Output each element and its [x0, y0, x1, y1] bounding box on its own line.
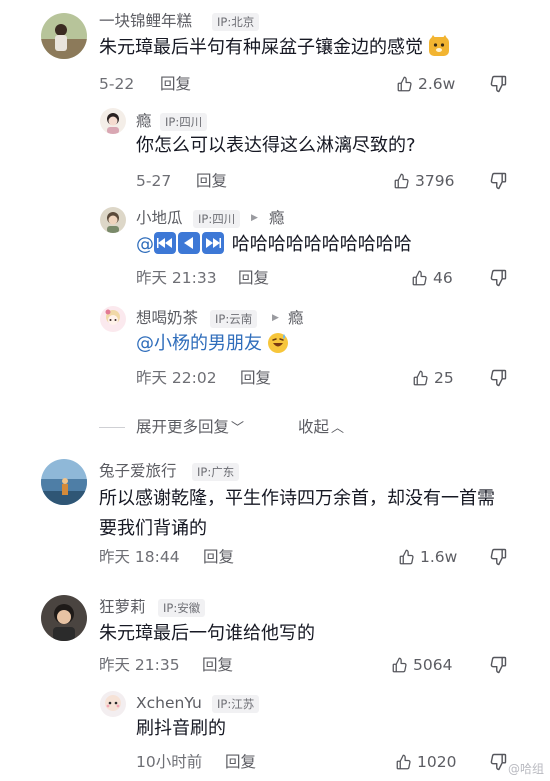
like-button[interactable]: 2.6w — [396, 74, 455, 94]
thumbs-down-icon[interactable] — [488, 268, 508, 288]
user-avatar[interactable] — [41, 459, 87, 505]
comment-date: 5-22 — [99, 75, 135, 93]
reply-button[interactable]: 回复 — [240, 368, 271, 388]
user-avatar[interactable] — [100, 108, 126, 134]
rewind-icon — [154, 232, 176, 254]
like-count: 2.6w — [418, 75, 456, 93]
collapse-replies-button[interactable]: 收起 ︿ — [298, 417, 344, 439]
chevron-up-icon: ︿ — [331, 421, 345, 436]
comment-text: 你怎么可以表达得这么淋漓尽致的? — [136, 135, 416, 156]
ip-location-badge: IP:北京 — [212, 13, 260, 31]
user-avatar[interactable] — [41, 595, 87, 641]
thumbs-up-icon — [396, 75, 414, 93]
username[interactable]: 一块锦鲤年糕 — [99, 11, 192, 31]
comment-text: 朱元璋最后半句有种屎盆子镶金边的感觉 — [99, 33, 451, 63]
mention-link[interactable]: @小杨的男朋友 — [136, 333, 262, 354]
comment-text-content: 朱元璋最后半句有种屎盆子镶金边的感觉 — [99, 37, 423, 58]
username[interactable]: 兔子爱旅行 — [99, 461, 177, 481]
username[interactable]: 瘾 — [136, 111, 152, 131]
like-button[interactable]: 5064 — [391, 655, 452, 675]
ip-location-badge: IP:云南 — [210, 310, 258, 328]
thumbs-down-icon[interactable] — [488, 368, 508, 388]
thumbs-up-icon — [391, 656, 409, 674]
thumbs-down-icon[interactable] — [488, 547, 508, 567]
ip-location-badge: IP:江苏 — [212, 695, 260, 713]
thumbs-down-icon[interactable] — [488, 655, 508, 675]
thread-divider — [99, 427, 125, 428]
ip-location-badge: IP:广东 — [192, 463, 240, 481]
comment-text: 朱元璋最后一句谁给他写的 — [99, 623, 315, 644]
expand-more-replies-button[interactable]: 展开更多回复 ﹀ — [136, 417, 244, 439]
thumbs-up-icon — [393, 172, 411, 190]
like-count: 1.6w — [420, 548, 458, 566]
thumbs-up-icon — [398, 548, 416, 566]
reply-button[interactable]: 回复 — [203, 547, 234, 567]
comment-date: 昨天 21:33 — [136, 269, 217, 287]
reply-arrow-icon: ▶ — [251, 213, 258, 223]
grinning-sweat-emoji-icon — [266, 330, 290, 354]
watermark: @哈组 — [507, 762, 544, 776]
comment-date: 昨天 18:44 — [99, 548, 180, 566]
user-avatar[interactable] — [100, 306, 126, 332]
comment-text-content: 哈哈哈哈哈哈哈哈哈哈 — [231, 234, 412, 255]
like-button[interactable]: 46 — [411, 268, 453, 288]
like-button[interactable]: 1020 — [395, 752, 456, 772]
mention-link[interactable]: @ — [136, 234, 154, 255]
comment-text: @小杨的男朋友 — [136, 329, 290, 359]
comment-date: 昨天 22:02 — [136, 369, 217, 387]
reply-button[interactable]: 回复 — [160, 74, 191, 94]
ip-location-badge: IP:安徽 — [158, 599, 206, 617]
comment-text: @ 哈哈哈哈哈哈哈哈哈哈 — [136, 230, 412, 260]
user-avatar[interactable] — [100, 207, 126, 233]
like-button[interactable]: 25 — [412, 368, 454, 388]
thumbs-down-icon[interactable] — [488, 74, 508, 94]
reply-button[interactable]: 回复 — [196, 171, 227, 191]
like-count: 25 — [434, 369, 454, 387]
reply-arrow-icon: ▶ — [272, 313, 279, 323]
collapse-label: 收起 — [298, 418, 330, 436]
user-avatar[interactable] — [100, 691, 126, 717]
user-avatar[interactable] — [41, 13, 87, 59]
expand-more-label: 展开更多回复 — [136, 418, 230, 436]
thumbs-down-icon[interactable] — [488, 171, 508, 191]
like-count: 5064 — [413, 656, 453, 674]
comment-text: 刷抖音刷的 — [136, 718, 226, 739]
username[interactable]: 小地瓜 — [136, 208, 183, 228]
reply-button[interactable]: 回复 — [202, 655, 233, 675]
like-count: 1020 — [417, 753, 457, 771]
reply-to-username[interactable]: 瘾 — [288, 308, 304, 328]
reply-to-username[interactable]: 瘾 — [269, 208, 285, 228]
thumbs-down-icon[interactable] — [488, 752, 508, 772]
comment-date: 10小时前 — [136, 753, 203, 771]
thumbs-up-icon — [411, 269, 429, 287]
comment-date: 昨天 21:35 — [99, 656, 180, 674]
ip-location-badge: IP:四川 — [193, 210, 241, 228]
fast-forward-icon — [202, 232, 224, 254]
like-button[interactable]: 1.6w — [398, 547, 457, 567]
reply-button[interactable]: 回复 — [225, 752, 256, 772]
username[interactable]: XchenYu — [136, 693, 202, 713]
comment-date: 5-27 — [136, 172, 172, 190]
username[interactable]: 狂萝莉 — [99, 597, 146, 617]
thumbs-up-icon — [412, 369, 430, 387]
chevron-down-icon: ﹀ — [231, 421, 245, 436]
doge-emoji-icon — [427, 34, 451, 58]
thumbs-up-icon — [395, 753, 413, 771]
username[interactable]: 想喝奶茶 — [136, 308, 198, 328]
like-count: 3796 — [415, 172, 455, 190]
comment-text: 所以感谢乾隆，平生作诗四万余首，却没有一首需要我们背诵的 — [99, 488, 495, 539]
reply-button[interactable]: 回复 — [238, 268, 269, 288]
like-button[interactable]: 3796 — [393, 171, 454, 191]
like-count: 46 — [433, 269, 453, 287]
play-back-icon — [178, 232, 200, 254]
ip-location-badge: IP:四川 — [160, 113, 208, 131]
